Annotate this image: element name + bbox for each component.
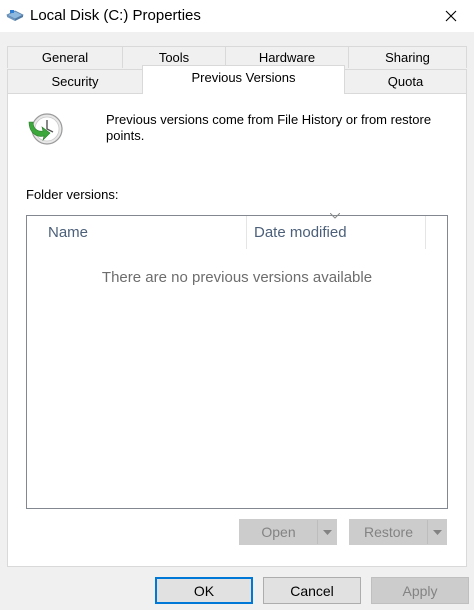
- folder-versions-label: Folder versions:: [26, 187, 119, 202]
- apply-button[interactable]: Apply: [371, 577, 469, 604]
- empty-list-message: There are no previous versions available: [101, 269, 373, 286]
- tab-general[interactable]: General: [7, 46, 123, 68]
- folder-versions-list[interactable]: Name Date modified There are no previous…: [26, 213, 448, 509]
- tab-sharing[interactable]: Sharing: [348, 46, 467, 68]
- tab-quota[interactable]: Quota: [344, 69, 467, 93]
- open-dropdown[interactable]: [317, 520, 336, 544]
- close-icon: [445, 10, 457, 22]
- info-text: Previous versions come from File History…: [106, 112, 432, 143]
- open-split-button[interactable]: Open: [239, 519, 337, 545]
- previous-versions-panel: Previous versions come from File History…: [7, 93, 467, 567]
- column-separator: [246, 216, 247, 249]
- cancel-button[interactable]: Cancel: [263, 577, 361, 604]
- ok-button[interactable]: OK: [155, 577, 253, 604]
- column-separator: [425, 216, 426, 249]
- column-header-name[interactable]: Name: [48, 216, 245, 249]
- dropdown-arrow-icon: [432, 529, 442, 535]
- column-header-date-modified[interactable]: Date modified: [254, 216, 424, 249]
- close-button[interactable]: [428, 0, 474, 32]
- window-title: Local Disk (C:) Properties: [30, 7, 201, 24]
- dropdown-arrow-icon: [322, 529, 332, 535]
- tab-strip: General Tools Hardware Sharing Security …: [0, 32, 474, 94]
- restore-split-button[interactable]: Restore: [349, 519, 447, 545]
- title-bar: Local Disk (C:) Properties: [0, 0, 474, 32]
- open-button-label: Open: [261, 524, 296, 540]
- restore-button-label: Restore: [363, 524, 414, 540]
- previous-versions-clock-icon: [28, 113, 63, 145]
- restore-dropdown[interactable]: [427, 520, 446, 544]
- drive-icon: [6, 10, 24, 21]
- tab-previous-versions[interactable]: Previous Versions: [142, 65, 345, 94]
- tab-security[interactable]: Security: [7, 69, 143, 93]
